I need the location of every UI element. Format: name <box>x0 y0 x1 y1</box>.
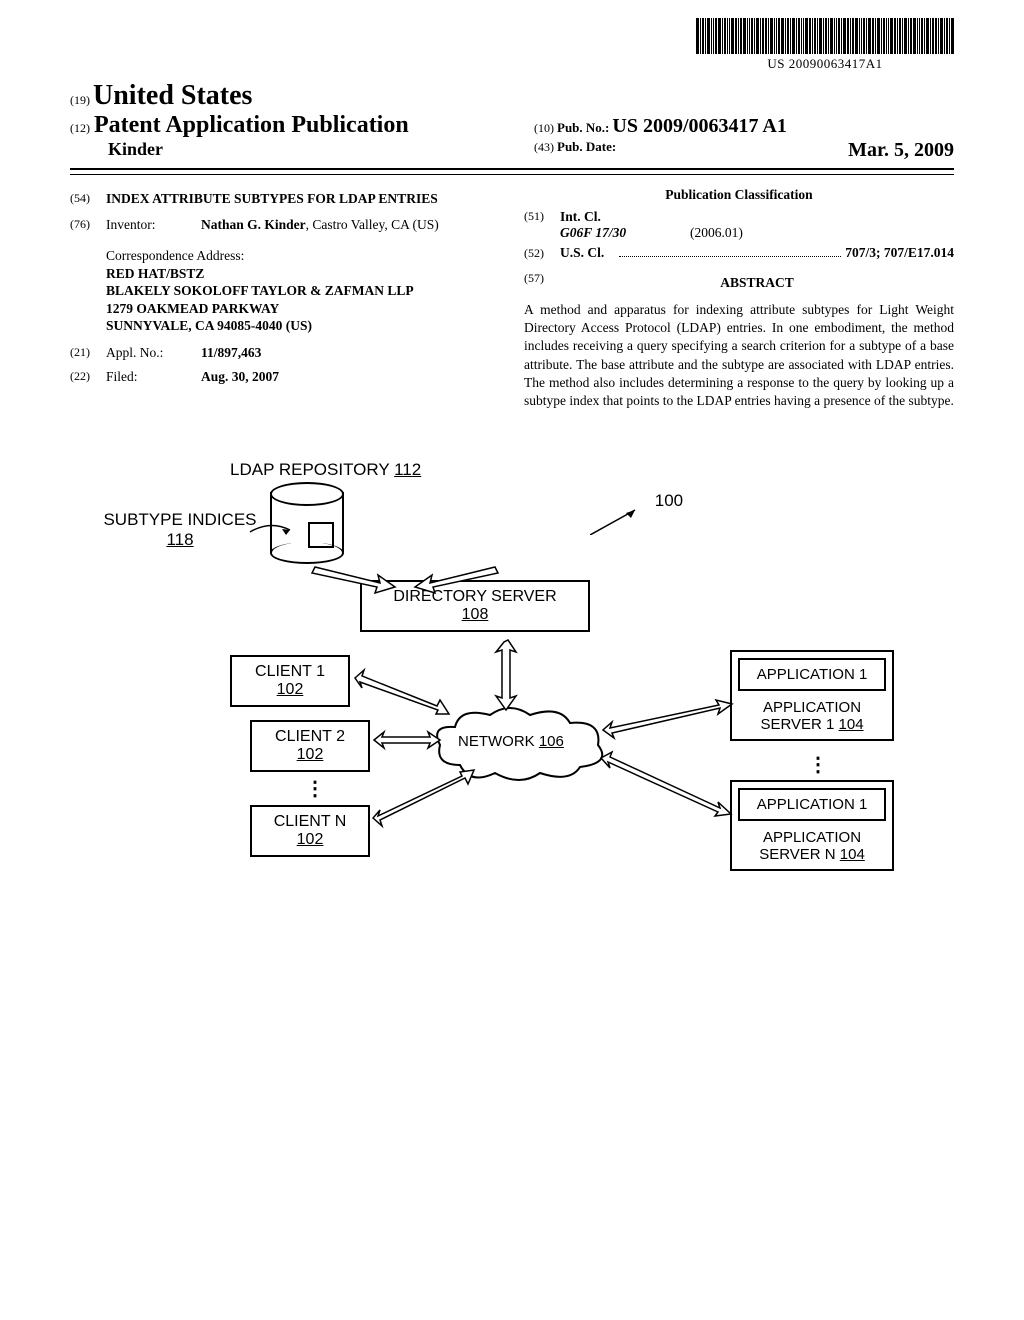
intcl-code: G06F 17/30 <box>560 225 690 241</box>
inventor-name: Nathan G. Kinder <box>201 217 306 232</box>
double-arrow-icon <box>410 555 500 600</box>
app-n-label: APPLICATION 1 <box>738 788 886 821</box>
corr-line3: 1279 OAKMEAD PARKWAY <box>106 300 500 318</box>
country-line: (19) United States <box>70 80 954 112</box>
right-column: Publication Classification (51) Int. Cl.… <box>524 187 954 410</box>
app-server-1-label: APPLICATION SERVER 1 104 <box>732 697 892 739</box>
inventor-label: Inventor: <box>106 217 201 233</box>
double-arrow-icon <box>598 752 733 827</box>
field-54: (54) <box>70 191 106 207</box>
appl-label: Appl. No.: <box>106 345 201 361</box>
app-server-1-box: APPLICATION 1 APPLICATION SERVER 1 104 <box>730 650 894 741</box>
client-2-box: CLIENT 2102 <box>250 720 370 772</box>
app-server-n-label: APPLICATION SERVER N 104 <box>732 827 892 869</box>
system-ref: 100 <box>590 505 683 535</box>
rule-thin <box>70 174 954 175</box>
subtype-indices-label: SUBTYPE INDICES118 <box>100 510 260 550</box>
double-arrow-icon <box>490 638 530 718</box>
dots-leader-icon <box>619 246 841 257</box>
app-server-n-box: APPLICATION 1 APPLICATION SERVER N 104 <box>730 780 894 871</box>
country: United States <box>93 80 252 111</box>
vertical-dots-icon: ⋮ <box>305 776 325 801</box>
network-label: NETWORK 106 <box>458 733 564 750</box>
pubdate-label: Pub. Date: <box>557 139 616 154</box>
inventor-loc: , Castro Valley, CA (US) <box>306 217 439 232</box>
intcl-date: (2006.01) <box>690 225 743 241</box>
left-column: (54) INDEX ATTRIBUTE SUBTYPES FOR LDAP E… <box>70 187 500 410</box>
field-12: (12) <box>70 121 90 135</box>
client-1-box: CLIENT 1102 <box>230 655 350 707</box>
uscl-value: 707/3; 707/E17.014 <box>845 245 954 261</box>
patent-page: US 20090063417A1 (19) United States (12)… <box>0 0 1024 1320</box>
corr-line4: SUNNYVALE, CA 94085-4040 (US) <box>106 317 500 335</box>
figure-1: LDAP REPOSITORY 112 SUBTYPE INDICES118 1… <box>110 460 930 900</box>
pubno-label: Pub. No.: <box>557 120 609 135</box>
header-block: (19) United States (12) Patent Applicati… <box>70 80 954 162</box>
pubclass-heading: Publication Classification <box>524 187 954 203</box>
field-22: (22) <box>70 369 106 385</box>
uscl-label: U.S. Cl. <box>560 245 615 261</box>
author: Kinder <box>70 139 534 162</box>
doc-kind: Patent Application Publication <box>94 112 409 138</box>
abstract-text: A method and apparatus for indexing attr… <box>524 301 954 410</box>
abstract-heading: ABSTRACT <box>560 275 954 291</box>
filed-date: Aug. 30, 2007 <box>201 369 500 385</box>
filed-label: Filed: <box>106 369 201 385</box>
field-21: (21) <box>70 345 106 361</box>
corr-line1: RED HAT/BSTZ <box>106 265 500 283</box>
app-1-label: APPLICATION 1 <box>738 658 886 691</box>
field-10: (10) <box>534 121 554 135</box>
double-arrow-icon <box>370 770 480 835</box>
field-51: (51) <box>524 209 560 241</box>
field-43: (43) <box>534 140 554 154</box>
invention-title: INDEX ATTRIBUTE SUBTYPES FOR LDAP ENTRIE… <box>106 191 500 207</box>
double-arrow-icon <box>310 555 400 600</box>
pubno: US 2009/0063417 A1 <box>612 115 786 137</box>
barcode-icon <box>696 18 954 54</box>
correspondence: Correspondence Address: RED HAT/BSTZ BLA… <box>106 247 500 335</box>
appl-no: 11/897,463 <box>201 345 500 361</box>
field-19: (19) <box>70 93 90 107</box>
vertical-dots-icon: ⋮ <box>808 752 828 777</box>
intcl-label: Int. Cl. <box>560 209 954 225</box>
rule-thick <box>70 168 954 170</box>
field-57: (57) <box>524 271 560 297</box>
pubdate: Mar. 5, 2009 <box>848 139 954 162</box>
field-52: (52) <box>524 246 560 261</box>
author-line: Kinder (43) Pub. Date: Mar. 5, 2009 <box>70 139 954 162</box>
corr-label: Correspondence Address: <box>106 247 500 265</box>
client-n-box: CLIENT N102 <box>250 805 370 857</box>
biblio-columns: (54) INDEX ATTRIBUTE SUBTYPES FOR LDAP E… <box>70 187 954 410</box>
inventor-value: Nathan G. Kinder, Castro Valley, CA (US) <box>201 217 500 233</box>
pub-line: (12) Patent Application Publication (10)… <box>70 112 954 139</box>
double-arrow-icon <box>372 730 442 755</box>
double-arrow-icon <box>352 670 452 725</box>
field-76: (76) <box>70 217 106 233</box>
corr-line2: BLAKELY SOKOLOFF TAYLOR & ZAFMAN LLP <box>106 282 500 300</box>
barcode-text: US 20090063417A1 <box>696 56 954 72</box>
double-arrow-icon <box>600 700 735 745</box>
barcode-block: US 20090063417A1 <box>696 18 954 72</box>
arrow-icon <box>250 522 300 547</box>
ldap-repo-label: LDAP REPOSITORY 112 <box>230 460 421 480</box>
